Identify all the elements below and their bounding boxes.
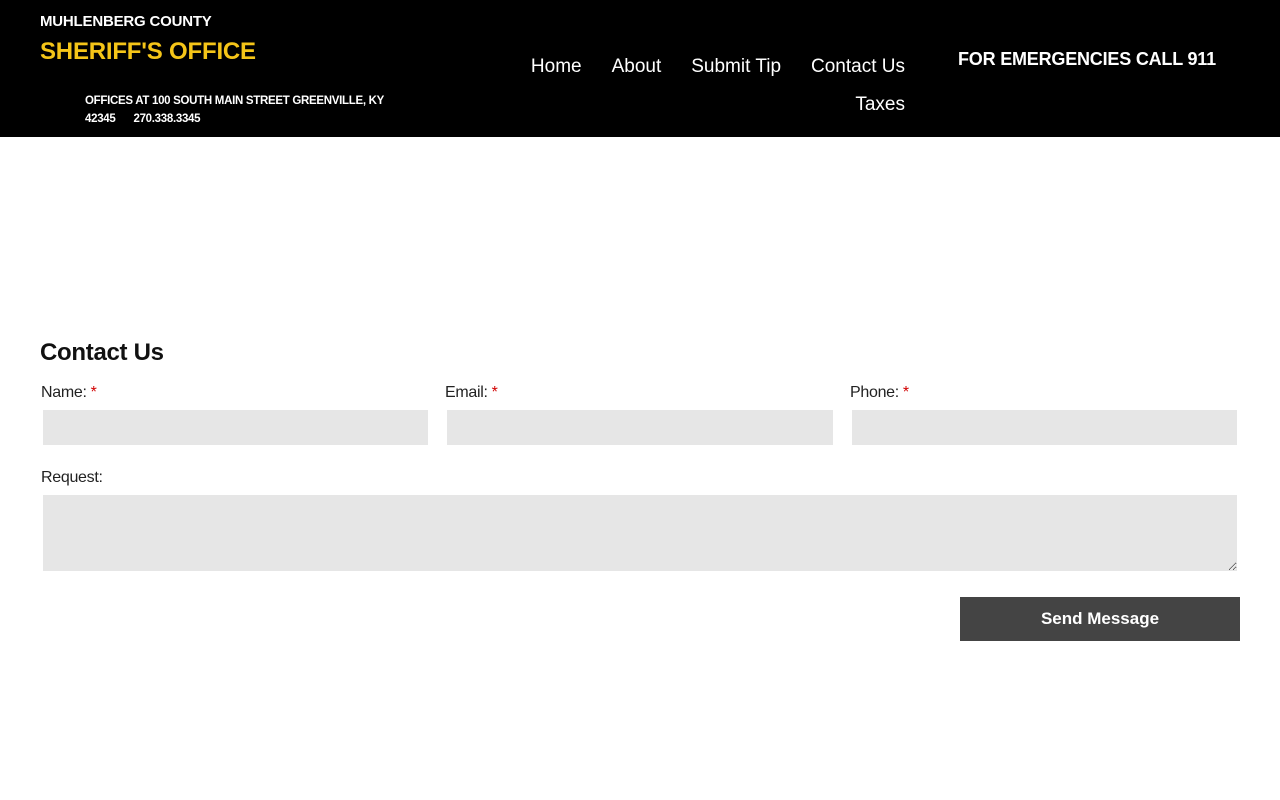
nav-contact-us[interactable]: Contact Us (796, 56, 920, 78)
main-nav: Home About Submit Tip Contact Us Taxes (490, 48, 920, 124)
email-label-text: Email: (445, 384, 488, 401)
send-message-button[interactable]: Send Message (960, 597, 1240, 641)
site-header: MUHLENBERG COUNTY SHERIFF'S OFFICE OFFIC… (0, 0, 1280, 137)
required-marker: * (902, 384, 909, 401)
nav-home[interactable]: Home (516, 56, 597, 78)
phone-label-text: Phone: (850, 384, 899, 401)
request-label: Request: (41, 469, 103, 486)
nav-about[interactable]: About (597, 56, 677, 78)
brand-county[interactable]: MUHLENBERG COUNTY (40, 13, 212, 30)
request-textarea[interactable] (42, 494, 1238, 572)
required-marker: * (90, 384, 97, 401)
email-label: Email: * (445, 384, 498, 402)
phone-input[interactable] (851, 409, 1238, 446)
nav-row-secondary: Taxes (490, 86, 920, 124)
address-text: OFFICES AT 100 SOUTH MAIN STREET GREENVI… (85, 95, 384, 125)
name-input[interactable] (42, 409, 429, 446)
required-marker: * (491, 384, 498, 401)
name-label: Name: * (41, 384, 97, 402)
phone-label: Phone: * (850, 384, 909, 402)
office-phone[interactable]: 270.338.3345 (133, 113, 200, 125)
nav-submit-tip[interactable]: Submit Tip (676, 56, 796, 78)
brand-office-title[interactable]: SHERIFF'S OFFICE (40, 38, 256, 66)
office-address: OFFICES AT 100 SOUTH MAIN STREET GREENVI… (85, 92, 405, 128)
email-input[interactable] (446, 409, 834, 446)
name-label-text: Name: (41, 384, 87, 401)
contact-form-title: Contact Us (40, 339, 164, 366)
nav-taxes[interactable]: Taxes (840, 94, 920, 116)
nav-row-primary: Home About Submit Tip Contact Us (490, 48, 920, 86)
emergency-notice: FOR EMERGENCIES CALL 911 (958, 49, 1216, 69)
